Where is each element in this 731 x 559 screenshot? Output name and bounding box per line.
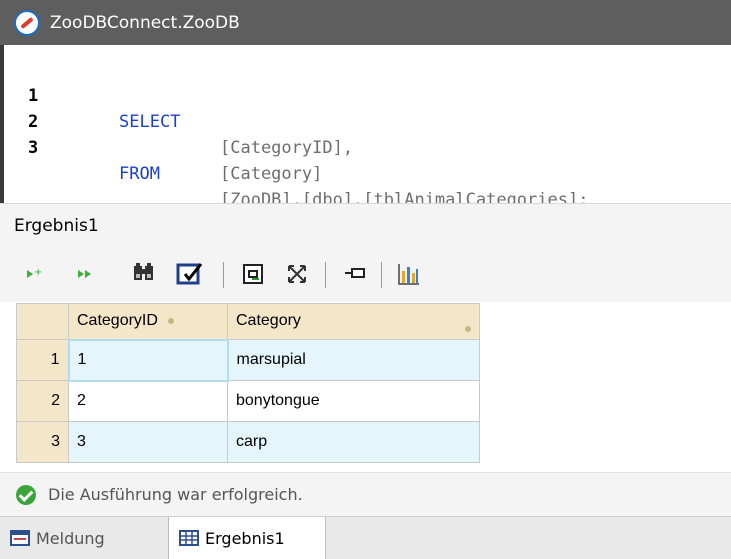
pin-icon[interactable] [343, 262, 367, 286]
table-row[interactable]: 1 1 marsupial [16, 338, 480, 382]
toolbar-separator [325, 262, 326, 288]
message-icon [10, 530, 30, 546]
column-header-categoryid[interactable]: CategoryID [68, 303, 228, 340]
row-number[interactable]: 1 [16, 339, 69, 381]
sql-editor-window: ZooDBConnect.ZooDB 1 SELECT [CategoryID]… [0, 0, 731, 559]
header-row: CategoryID Category [16, 303, 480, 340]
table-cell[interactable]: 1 [67, 338, 229, 382]
toolbar-separator [381, 262, 382, 288]
row-number[interactable]: 3 [16, 421, 69, 463]
status-message: Die Ausführung war erfolgreich. [48, 485, 303, 504]
toolbar-separator [223, 262, 224, 288]
code-line-1[interactable]: 1 SELECT [CategoryID], [4, 57, 353, 158]
find-icon[interactable] [130, 260, 158, 288]
corner-cell[interactable] [16, 303, 69, 340]
execute-step-icon[interactable]: + [24, 262, 48, 286]
table-cell[interactable]: carp [227, 421, 480, 463]
edit-results-icon[interactable] [175, 260, 205, 288]
svg-text:+: + [34, 267, 42, 278]
bottom-tab-bar: Meldung Ergebnis1 [0, 516, 731, 559]
table-cell[interactable]: marsupial [227, 339, 480, 381]
fit-columns-icon[interactable] [284, 260, 310, 288]
result-header: Ergebnis1 [0, 203, 731, 248]
sort-indicator-icon[interactable] [167, 318, 174, 325]
copy-icon[interactable] [240, 260, 266, 288]
success-check-icon [16, 484, 36, 505]
title-bar: ZooDBConnect.ZooDB [0, 0, 731, 45]
result-grid-icon [179, 530, 199, 546]
sort-indicator-icon[interactable] [465, 325, 471, 332]
sql-editor[interactable]: 1 SELECT [CategoryID], 2 [Category] 3 FR… [0, 45, 731, 210]
result-toolbar: + [0, 248, 731, 302]
chart-icon[interactable] [396, 260, 422, 288]
sql-identifier: [CategoryID], [220, 138, 354, 158]
tab-ergebnis1[interactable]: Ergebnis1 [168, 517, 326, 559]
table-row[interactable]: 2 2 bonytongue [16, 380, 480, 422]
column-header-category[interactable]: Category [227, 303, 480, 340]
status-bar: Die Ausführung war erfolgreich. [0, 472, 731, 516]
table-cell[interactable]: 2 [68, 380, 228, 422]
line-number: 3 [28, 138, 39, 158]
window-title: ZooDBConnect.ZooDB [50, 12, 240, 33]
sql-keyword: SELECT [119, 112, 181, 132]
code-line-3[interactable]: 3 FROM [ZooDB].[dbo].[tblAnimalCategorie… [4, 109, 588, 210]
sql-keyword: FROM [119, 164, 160, 184]
tab-label: Ergebnis1 [205, 528, 285, 548]
tab-label: Meldung [36, 528, 105, 548]
table-cell[interactable]: 3 [68, 421, 228, 463]
row-number[interactable]: 2 [16, 380, 69, 422]
table-row[interactable]: 3 3 carp [16, 421, 480, 463]
database-connection-icon [14, 9, 40, 36]
tab-meldung[interactable]: Meldung [0, 517, 166, 559]
sql-identifier: [Category] [220, 164, 323, 184]
result-grid[interactable]: CategoryID Category 1 1 marsupial 2 2 bo… [16, 303, 480, 463]
result-title: Ergebnis1 [14, 216, 99, 236]
table-cell[interactable]: bonytongue [227, 380, 480, 422]
execute-all-icon[interactable] [72, 262, 98, 286]
code-line-2[interactable]: 2 [Category] [4, 83, 322, 184]
